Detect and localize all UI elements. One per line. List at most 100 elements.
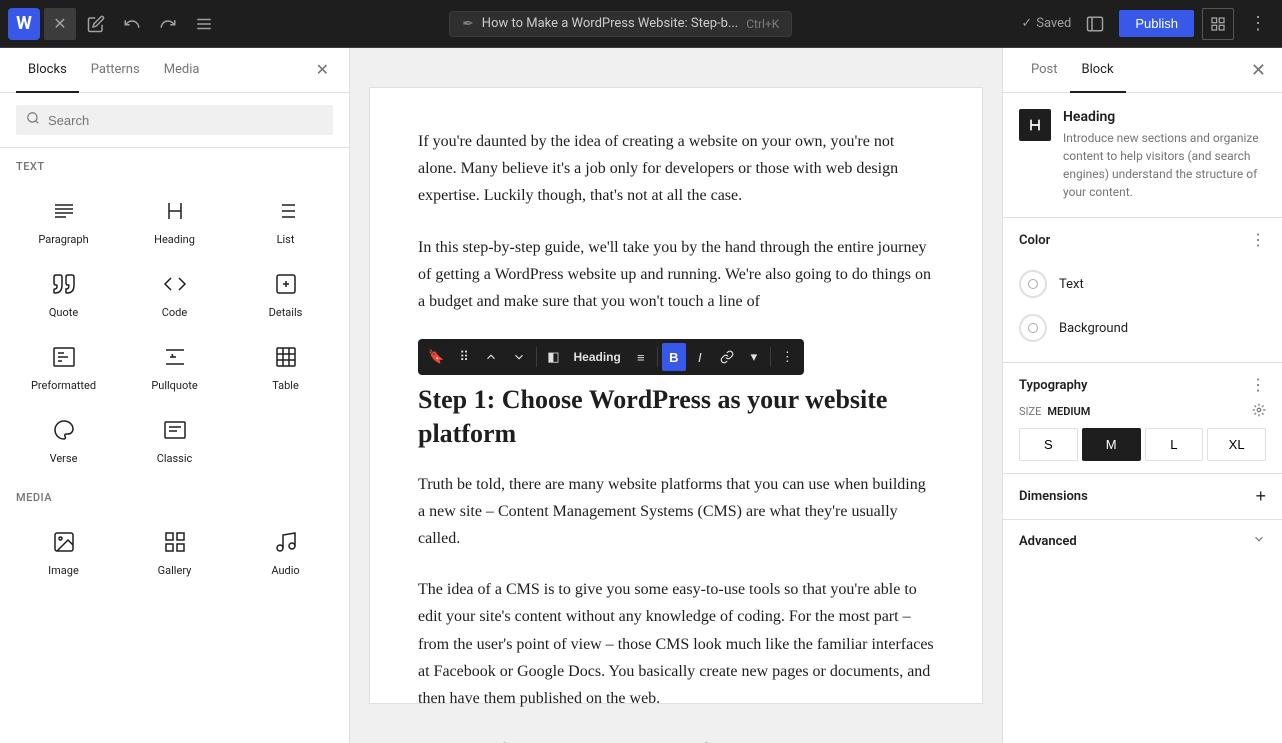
block-item-code[interactable]: Code <box>119 256 230 329</box>
size-s-button[interactable]: S <box>1019 428 1078 461</box>
size-settings-icon[interactable] <box>1252 403 1266 420</box>
block-item-gallery[interactable]: Gallery <box>119 514 230 587</box>
color-option-background[interactable]: Background <box>1019 306 1266 350</box>
toolbar-more-button[interactable]: ⋮ <box>775 343 800 371</box>
saved-check-icon: ✓ <box>1021 16 1032 31</box>
sidebar-search <box>0 93 349 148</box>
top-toolbar: W ✕ ✒ How to Make a WordPress Website: S… <box>0 0 1282 48</box>
search-input[interactable] <box>48 113 323 128</box>
view-button[interactable] <box>1079 8 1111 40</box>
block-item-paragraph[interactable]: Paragraph <box>8 183 119 256</box>
verse-label: Verse <box>50 452 78 465</box>
url-bar-shortcut: Ctrl+K <box>746 17 779 31</box>
undo-button[interactable] <box>116 8 148 40</box>
advanced-title: Advanced <box>1019 534 1077 549</box>
code-label: Code <box>162 306 187 319</box>
more-options-button[interactable]: ⋮ <box>1242 8 1274 40</box>
toolbar-move-down-button[interactable] <box>506 343 532 371</box>
size-m-button[interactable]: M <box>1082 428 1141 461</box>
editor-content[interactable]: If you're daunted by the idea of creatin… <box>370 88 982 703</box>
block-item-details[interactable]: Details <box>230 256 341 329</box>
toolbar-chevron-button[interactable]: ▾ <box>742 343 766 371</box>
right-tab-post[interactable]: Post <box>1019 48 1070 93</box>
block-info-panel: Heading Introduce new sections and organ… <box>1003 93 1282 218</box>
heading-block-wrapper: 🔖 ⠿ ◧ Heading ≡ B I <box>418 339 934 451</box>
tab-patterns[interactable]: Patterns <box>79 48 152 93</box>
block-item-table[interactable]: Table <box>230 329 341 402</box>
details-label: Details <box>269 306 303 319</box>
dimensions-section: Dimensions + <box>1003 474 1282 520</box>
size-label-text: SIZE <box>1019 405 1041 418</box>
toolbar-divider-1 <box>536 347 537 367</box>
text-color-circle <box>1019 270 1047 298</box>
list-icon <box>268 193 304 229</box>
publish-button[interactable]: Publish <box>1119 10 1194 37</box>
block-info-icon <box>1019 109 1051 141</box>
gallery-icon <box>157 524 193 560</box>
url-bar[interactable]: ✒ How to Make a WordPress Website: Step-… <box>449 11 792 37</box>
block-item-image[interactable]: Image <box>8 514 119 587</box>
typography-title: Typography <box>1019 378 1088 393</box>
block-item-classic[interactable]: Classic <box>119 402 230 475</box>
toolbar-align-text-button[interactable]: ≡ <box>629 343 653 371</box>
wp-logo[interactable]: W <box>8 8 40 40</box>
block-info-text: Heading Introduce new sections and organ… <box>1063 109 1266 201</box>
block-item-heading[interactable]: Heading <box>119 183 230 256</box>
classic-label: Classic <box>157 452 193 465</box>
pullquote-label: Pullquote <box>151 379 197 392</box>
audio-icon <box>268 524 304 560</box>
color-more-button[interactable]: ⋮ <box>1250 230 1266 250</box>
tab-blocks[interactable]: Blocks <box>16 48 79 93</box>
block-item-quote[interactable]: Quote <box>8 256 119 329</box>
list-view-button[interactable] <box>188 8 220 40</box>
toolbar-divider-2 <box>657 347 658 367</box>
toolbar-italic-button[interactable]: I <box>688 343 712 371</box>
block-item-audio[interactable]: Audio <box>230 514 341 587</box>
advanced-section[interactable]: Advanced <box>1003 520 1282 562</box>
list-label: List <box>277 233 295 246</box>
block-item-preformatted[interactable]: Preformatted <box>8 329 119 402</box>
quote-icon <box>46 266 82 302</box>
redo-button[interactable] <box>152 8 184 40</box>
heading-label: Heading <box>154 233 195 246</box>
details-icon <box>268 266 304 302</box>
toolbar-drag-button[interactable]: ⠿ <box>452 343 476 371</box>
block-info-title: Heading <box>1063 109 1266 125</box>
right-tab-block[interactable]: Block <box>1070 48 1126 93</box>
paragraph-2: In this step-by-step guide, we'll take y… <box>418 234 934 316</box>
block-item-list[interactable]: List <box>230 183 341 256</box>
dimensions-add-button[interactable]: + <box>1255 486 1266 507</box>
toolbar-bold-button[interactable]: B <box>662 343 686 371</box>
block-item-verse[interactable]: Verse <box>8 402 119 475</box>
dimensions-title: Dimensions <box>1019 489 1088 504</box>
toolbar-bookmark-button[interactable]: 🔖 <box>422 343 450 371</box>
size-xl-button[interactable]: XL <box>1207 428 1266 461</box>
edit-button[interactable] <box>80 8 112 40</box>
color-section: Color ⋮ Text Background <box>1003 218 1282 363</box>
block-item-pullquote[interactable]: Pullquote <box>119 329 230 402</box>
toolbar-move-button[interactable] <box>478 343 504 371</box>
url-bar-text: How to Make a WordPress Website: Step-b.… <box>482 16 738 31</box>
image-icon <box>46 524 82 560</box>
close-button[interactable]: ✕ <box>44 8 76 40</box>
toolbar-link-button[interactable] <box>714 343 740 371</box>
right-sidebar: Post Block ✕ Heading Introduce new secti… <box>1002 48 1282 743</box>
sidebar-close-button[interactable]: ✕ <box>312 56 333 84</box>
toolbar-h2-button[interactable]: Heading <box>567 343 626 371</box>
toolbar-align-button[interactable]: ◧ <box>541 343 565 371</box>
toolbar-right: ✓ Saved Publish ⋮ <box>1021 8 1274 40</box>
right-sidebar-close-button[interactable]: ✕ <box>1251 60 1266 81</box>
color-option-text[interactable]: Text <box>1019 262 1266 306</box>
editor-heading[interactable]: Step 1: Choose WordPress as your website… <box>418 383 934 451</box>
size-label-row: SIZE MEDIUM <box>1019 403 1266 420</box>
tab-media[interactable]: Media <box>152 48 212 93</box>
settings-button[interactable] <box>1202 8 1234 40</box>
typography-more-button[interactable]: ⋮ <box>1250 375 1266 395</box>
main-layout: Blocks Patterns Media ✕ TEXT Paragraph <box>0 48 1282 743</box>
sidebar-tabs: Blocks Patterns Media ✕ <box>0 48 349 93</box>
size-l-button[interactable]: L <box>1145 428 1204 461</box>
paragraph-icon <box>46 193 82 229</box>
table-label: Table <box>272 379 299 392</box>
text-color-label: Text <box>1059 277 1084 292</box>
paragraph-1: If you're daunted by the idea of creatin… <box>418 128 934 210</box>
